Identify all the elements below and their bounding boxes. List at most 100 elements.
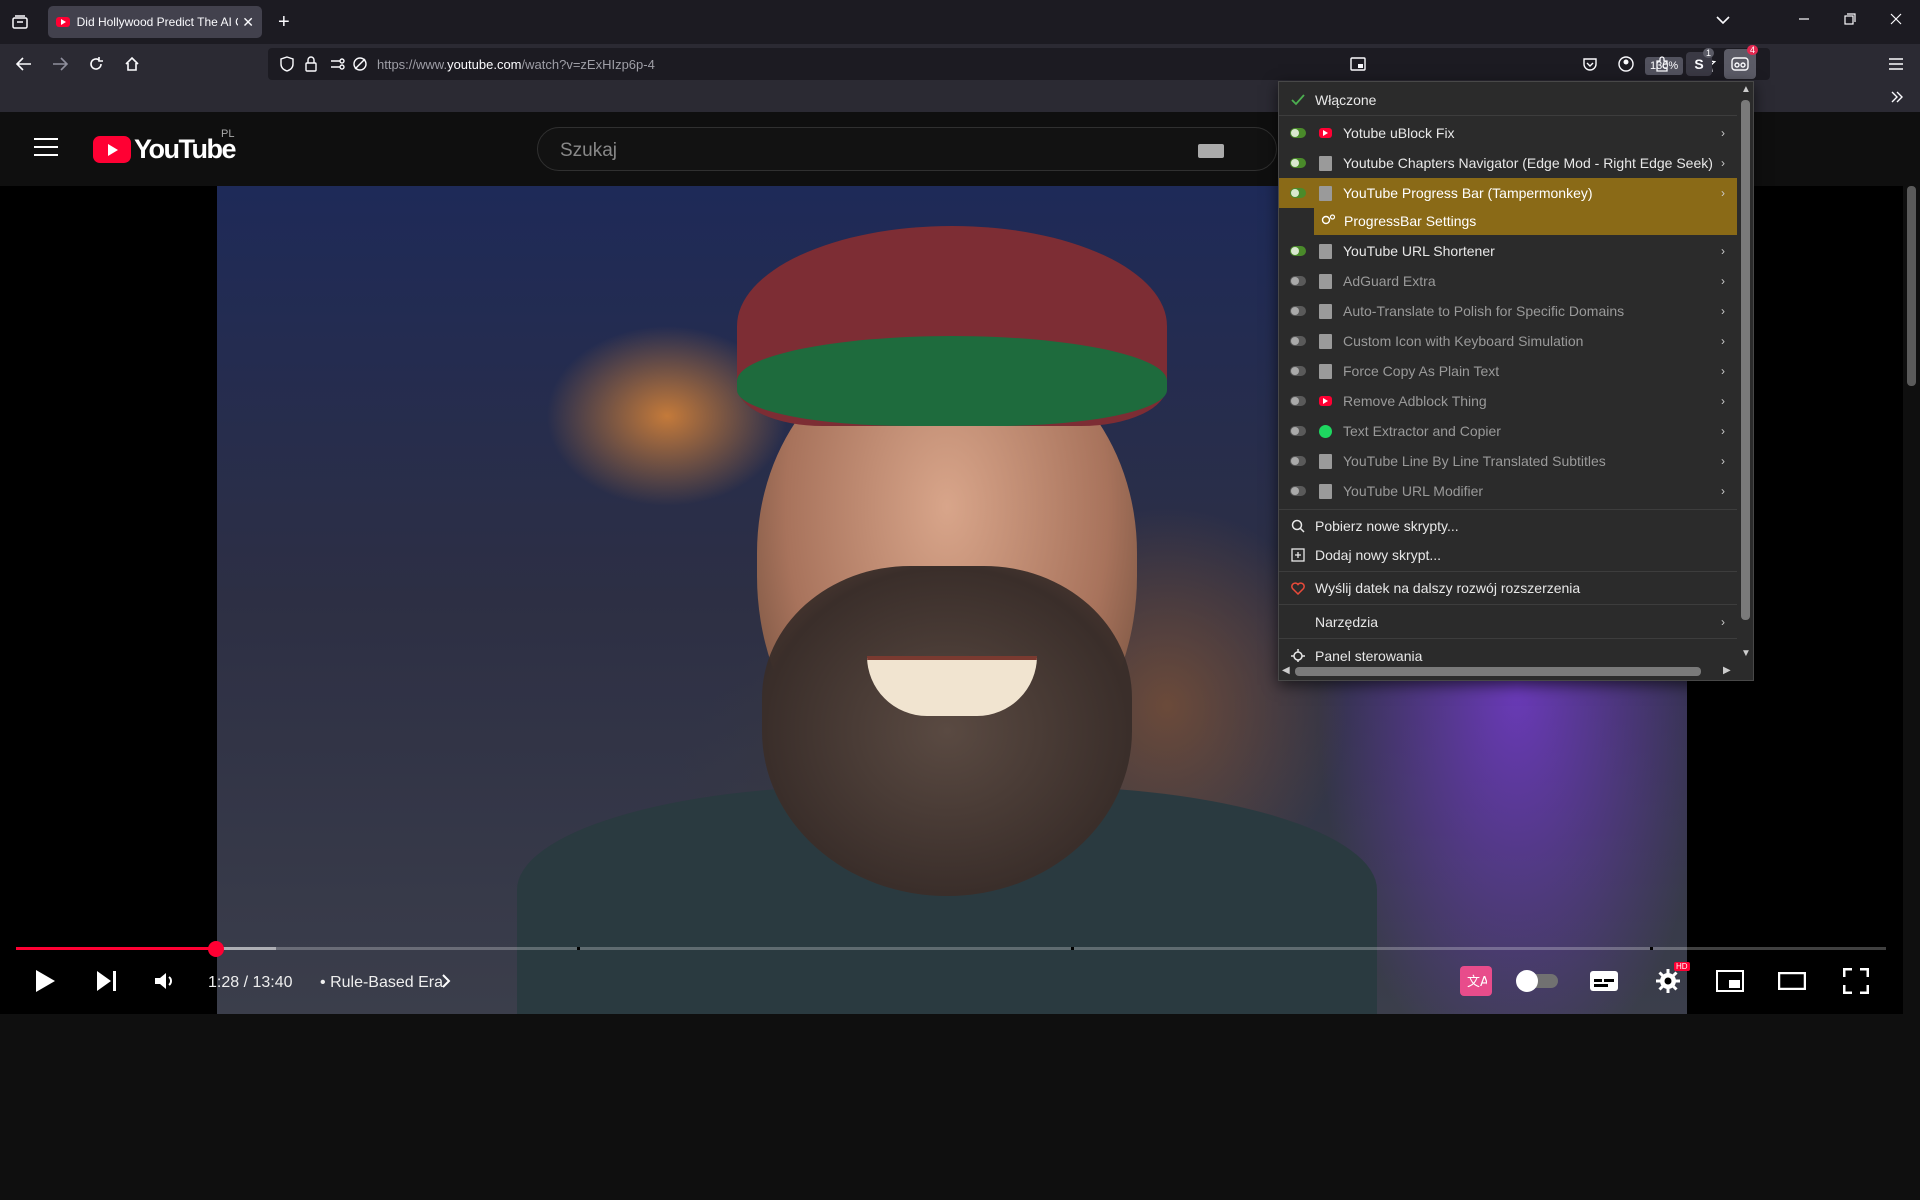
menu-vertical-scrollbar-thumb[interactable] bbox=[1741, 100, 1750, 620]
script-row[interactable]: Yotube uBlock Fix › bbox=[1279, 118, 1737, 148]
progress-bar[interactable] bbox=[16, 947, 1886, 950]
script-row[interactable]: YouTube Line By Line Translated Subtitle… bbox=[1279, 446, 1737, 476]
page-scrollbar-thumb[interactable] bbox=[1907, 186, 1916, 386]
theater-mode-icon[interactable] bbox=[1776, 966, 1808, 996]
tampermonkey-menu-content: Włączone Yotube uBlock Fix › Youtube Chapt… bbox=[1279, 82, 1737, 662]
scroll-left-icon[interactable]: ◀ bbox=[1282, 665, 1290, 676]
autoplay-toggle[interactable] bbox=[1516, 966, 1560, 996]
menu-dashboard[interactable]: Panel sterowania bbox=[1279, 641, 1737, 662]
tab-list-chevron-icon[interactable] bbox=[1716, 12, 1730, 28]
scroll-down-icon[interactable]: ▼ bbox=[1741, 648, 1751, 659]
script-toggle[interactable] bbox=[1285, 396, 1311, 406]
script-row[interactable]: AdGuard Extra › bbox=[1279, 266, 1737, 296]
guide-menu-icon[interactable] bbox=[34, 138, 58, 158]
url-bar[interactable]: https://www.youtube.com/watch?v=zExHIzp6… bbox=[268, 48, 1770, 80]
home-icon[interactable] bbox=[120, 52, 144, 76]
menu-donate-label: Wyślij datek na dalszy rozwój rozszerzen… bbox=[1315, 580, 1581, 596]
extension-s-button[interactable]: S 1 bbox=[1686, 48, 1714, 76]
url-text[interactable]: https://www.youtube.com/watch?v=zExHIzp6… bbox=[377, 57, 655, 72]
script-toggle[interactable] bbox=[1285, 426, 1311, 436]
script-name: Force Copy As Plain Text bbox=[1343, 363, 1500, 379]
script-toggle[interactable] bbox=[1285, 366, 1311, 376]
miniplayer-icon[interactable] bbox=[1714, 966, 1746, 996]
volume-icon[interactable] bbox=[150, 966, 180, 996]
fullscreen-icon[interactable] bbox=[1840, 966, 1872, 996]
script-toggle[interactable] bbox=[1285, 188, 1311, 198]
keyboard-icon[interactable] bbox=[1198, 144, 1224, 158]
script-toggle[interactable] bbox=[1285, 246, 1311, 256]
script-row[interactable]: Text Extractor and Copier › bbox=[1279, 416, 1737, 446]
chapter-marker bbox=[1070, 947, 1074, 950]
settings-gear-icon bbox=[1320, 213, 1336, 230]
minimize-icon[interactable] bbox=[1798, 12, 1810, 28]
menu-add-new-script[interactable]: Dodaj nowy skrypt... bbox=[1279, 540, 1737, 570]
tracking-shield-icon[interactable] bbox=[280, 56, 294, 77]
lock-icon[interactable] bbox=[304, 56, 318, 77]
script-toggle[interactable] bbox=[1285, 336, 1311, 346]
toggle-off-icon bbox=[1290, 426, 1306, 436]
chapter-title[interactable]: • Rule-Based Era bbox=[320, 974, 443, 992]
submenu-arrow-icon: › bbox=[1721, 364, 1725, 378]
play-icon[interactable] bbox=[30, 966, 60, 996]
progress-scrubber[interactable] bbox=[208, 941, 225, 957]
toggle-on-icon bbox=[1290, 158, 1306, 168]
menu-horizontal-scrollbar-thumb[interactable] bbox=[1295, 667, 1701, 676]
video-subject-beard bbox=[762, 566, 1132, 896]
script-toggle[interactable] bbox=[1285, 158, 1311, 168]
script-row[interactable]: Auto-Translate to Polish for Specific Do… bbox=[1279, 296, 1737, 326]
menu-donate[interactable]: Wyślij datek na dalszy rozwój rozszerzen… bbox=[1279, 573, 1737, 603]
app-menu-icon[interactable] bbox=[1884, 52, 1908, 76]
tab-close-icon[interactable]: ✕ bbox=[242, 14, 254, 31]
permissions-icon[interactable] bbox=[330, 57, 346, 76]
script-submenu-item[interactable]: ProgressBar Settings bbox=[1314, 207, 1737, 235]
close-window-icon[interactable] bbox=[1890, 12, 1902, 28]
tampermonkey-button[interactable]: 4 bbox=[1724, 45, 1758, 79]
search-box[interactable]: Szukaj bbox=[537, 127, 1277, 171]
menu-separator bbox=[1279, 571, 1737, 572]
settings-gear-icon[interactable]: HD bbox=[1652, 962, 1690, 996]
autoplay-blocked-icon[interactable] bbox=[352, 56, 368, 77]
youtube-logo[interactable]: YouTube PL bbox=[93, 128, 236, 165]
menu-tools[interactable]: Narzędzia › bbox=[1279, 607, 1737, 637]
tab-list-button[interactable] bbox=[8, 10, 32, 34]
account-icon[interactable] bbox=[1614, 52, 1638, 76]
pocket-icon[interactable] bbox=[1578, 52, 1602, 76]
active-tab[interactable]: Did Hollywood Predict The AI C ✕ bbox=[48, 6, 262, 38]
extensions-icon[interactable] bbox=[1650, 52, 1674, 76]
script-row[interactable]: YouTube URL Shortener › bbox=[1279, 236, 1737, 266]
script-toggle[interactable] bbox=[1285, 486, 1311, 496]
script-toggle[interactable] bbox=[1285, 306, 1311, 316]
script-name: YouTube URL Shortener bbox=[1343, 243, 1495, 259]
translate-icon[interactable]: 文A bbox=[1460, 966, 1492, 996]
toggle-on-icon bbox=[1290, 246, 1306, 256]
script-row[interactable]: Remove Adblock Thing › bbox=[1279, 386, 1737, 416]
forward-icon[interactable] bbox=[48, 52, 72, 76]
script-toggle[interactable] bbox=[1285, 276, 1311, 286]
menu-horizontal-scrollbar[interactable]: ◀ ▶ bbox=[1279, 662, 1737, 680]
script-row[interactable]: YouTube URL Modifier › bbox=[1279, 476, 1737, 506]
scroll-right-icon[interactable]: ▶ bbox=[1723, 665, 1731, 676]
picture-in-picture-icon[interactable] bbox=[1350, 56, 1366, 77]
reload-icon[interactable] bbox=[84, 52, 108, 76]
menu-separator bbox=[1279, 509, 1737, 510]
scroll-up-icon[interactable]: ▲ bbox=[1741, 84, 1751, 95]
script-toggle[interactable] bbox=[1285, 456, 1311, 466]
menu-enabled-toggle[interactable]: Włączone bbox=[1279, 85, 1737, 115]
video-subject-cap-brim bbox=[737, 336, 1167, 426]
menu-vertical-scrollbar[interactable]: ▲ ▼ bbox=[1737, 82, 1753, 662]
page-scrollbar[interactable] bbox=[1903, 186, 1920, 1200]
restore-icon[interactable] bbox=[1844, 12, 1856, 28]
next-video-icon[interactable] bbox=[92, 966, 122, 996]
script-row[interactable]: Custom Icon with Keyboard Simulation › bbox=[1279, 326, 1737, 356]
back-icon[interactable] bbox=[12, 52, 36, 76]
script-row[interactable]: Force Copy As Plain Text › bbox=[1279, 356, 1737, 386]
script-row[interactable]: Youtube Chapters Navigator (Edge Mod - R… bbox=[1279, 148, 1737, 178]
overflow-chevrons-icon[interactable] bbox=[1890, 90, 1904, 109]
menu-get-new-scripts[interactable]: Pobierz nowe skrypty... bbox=[1279, 511, 1737, 541]
script-toggle[interactable] bbox=[1285, 128, 1311, 138]
new-tab-button[interactable]: + bbox=[278, 10, 290, 34]
script-row[interactable]: YouTube Progress Bar (Tampermonkey) › bbox=[1279, 178, 1737, 208]
subtitles-icon[interactable] bbox=[1588, 966, 1620, 996]
chapter-chevron-icon[interactable] bbox=[438, 966, 454, 996]
script-icon bbox=[1319, 303, 1332, 319]
